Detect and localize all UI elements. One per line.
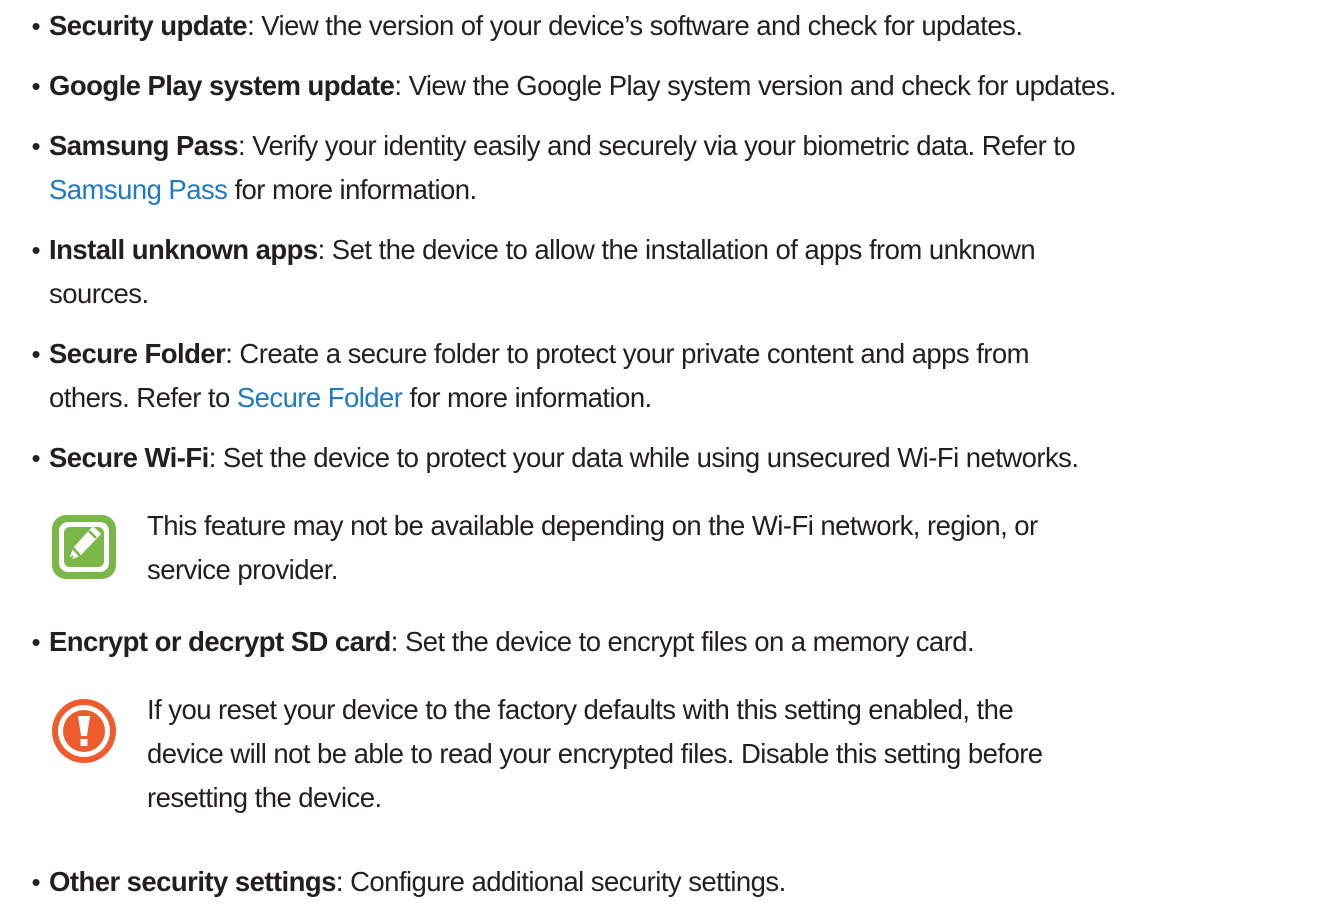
item-text-line2: Samsung Pass for more information. (49, 168, 1339, 212)
item-description: : Create a secure folder to protect your… (225, 338, 1030, 369)
item-description: : Set the device to allow the installati… (317, 234, 1036, 265)
bullet: • (31, 443, 41, 473)
item-description-rest: sources. (49, 278, 149, 309)
item-text-line2: sources. (49, 272, 1339, 316)
document-page: • Security update: View the version of y… (0, 0, 1344, 908)
caution-text-line1: If you reset your device to the factory … (147, 694, 1014, 725)
secure-folder-link[interactable]: Secure Folder (237, 382, 403, 413)
bullet: • (31, 235, 41, 265)
item-title: Secure Wi-Fi (49, 442, 209, 473)
item-description: : Set the device to protect your data wh… (208, 442, 1079, 473)
samsung-pass-link[interactable]: Samsung Pass (49, 174, 228, 205)
item-text: Install unknown apps: Set the device to … (49, 228, 1339, 272)
item-text: Secure Wi-Fi: Set the device to protect … (49, 436, 1339, 480)
item-title: Google Play system update (49, 70, 395, 101)
item-description: : Set the device to encrypt files on a m… (390, 626, 975, 657)
note-text-line2: service provider. (147, 554, 338, 585)
item-description: : View the Google Play system version an… (394, 70, 1117, 101)
item-text: Security update: View the version of you… (49, 4, 1339, 48)
item-text: Other security settings: Configure addit… (49, 860, 1339, 904)
caution-text-line3: resetting the device. (147, 782, 382, 813)
item-description-pre: others. Refer to (49, 382, 237, 413)
bullet: • (31, 339, 41, 369)
item-title: Security update (49, 10, 248, 41)
note-text-line1: This feature may not be available depend… (147, 510, 1038, 541)
item-title: Encrypt or decrypt SD card (49, 626, 391, 657)
item-description: : View the version of your device’s soft… (247, 10, 1023, 41)
note-pencil-icon (52, 515, 116, 579)
item-text: Encrypt or decrypt SD card: Set the devi… (49, 620, 1339, 664)
item-text-line2: others. Refer to Secure Folder for more … (49, 376, 1339, 420)
item-title: Secure Folder (49, 338, 226, 369)
bullet: • (31, 627, 41, 657)
item-description-rest: for more information. (227, 174, 477, 205)
bullet: • (31, 71, 41, 101)
item-text: Google Play system update: View the Goog… (49, 64, 1339, 108)
bullet: • (31, 131, 41, 161)
bullet: • (31, 867, 41, 897)
bullet: • (31, 11, 41, 41)
item-description: : Configure additional security settings… (335, 866, 786, 897)
caution-exclamation-icon (52, 699, 116, 763)
item-text: Secure Folder: Create a secure folder to… (49, 332, 1339, 376)
item-title: Samsung Pass (49, 130, 239, 161)
item-description-rest: for more information. (402, 382, 652, 413)
caution-text-line2: device will not be able to read your enc… (147, 738, 1043, 769)
item-title: Install unknown apps (49, 234, 318, 265)
item-description: : Verify your identity easily and secure… (238, 130, 1076, 161)
item-title: Other security settings (49, 866, 336, 897)
item-text: Samsung Pass: Verify your identity easil… (49, 124, 1339, 168)
